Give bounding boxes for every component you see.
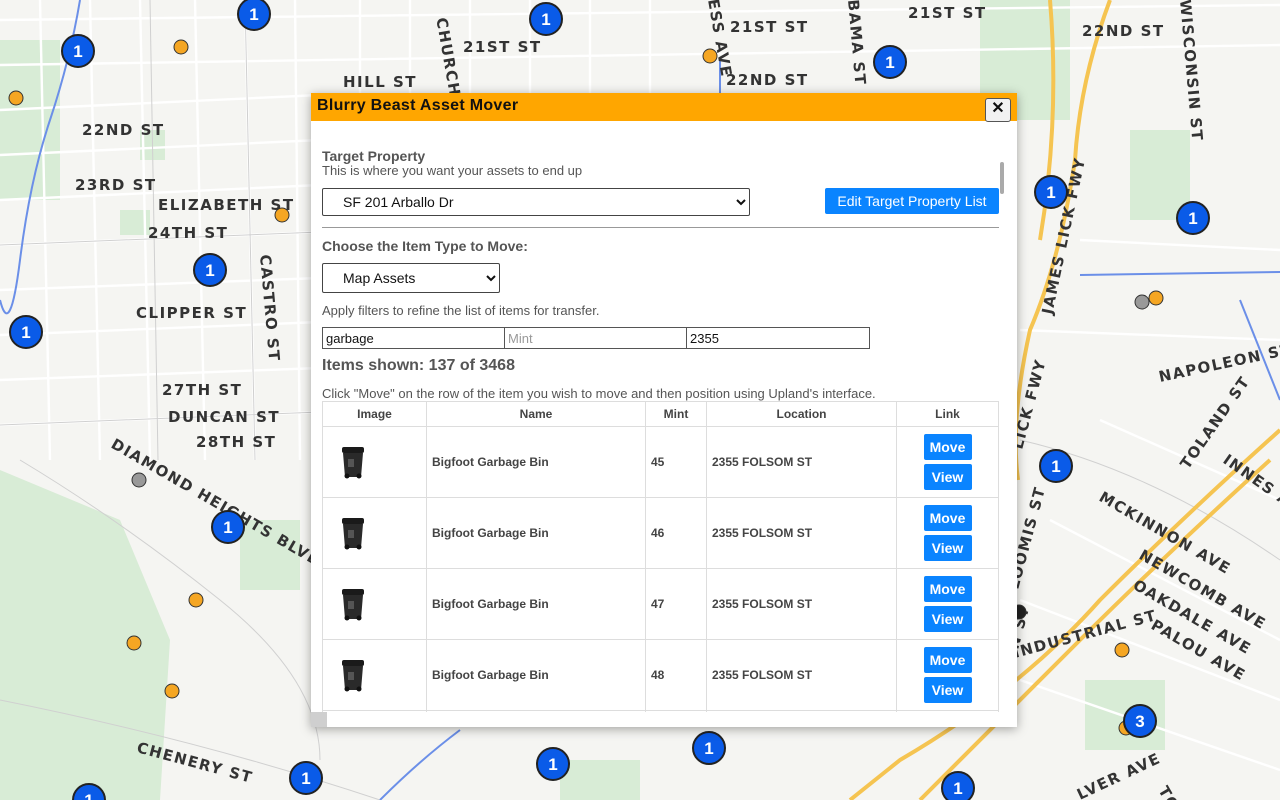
item-location: 2355 FOLSOM ST (706, 568, 897, 640)
move-button[interactable]: Move (923, 647, 972, 673)
cluster-marker[interactable]: 1 (704, 739, 713, 758)
cluster-marker[interactable]: 1 (223, 518, 232, 537)
map-label: 28TH ST (196, 433, 276, 451)
column-header-name: Name (426, 401, 646, 427)
item-location: 2355 FOLSOM ST (706, 639, 897, 711)
item-mint: 47 (645, 568, 707, 640)
view-button[interactable]: View (923, 535, 972, 561)
cluster-marker[interactable]: 1 (205, 261, 214, 280)
table-header-row: Image Name Mint Location Link (322, 401, 999, 427)
dialog-title: Blurry Beast Asset Mover (317, 97, 519, 114)
table-row: Bigfoot Garbage Bin 48 2355 FOLSOM ST Mo… (322, 639, 999, 711)
asset-mover-dialog: Blurry Beast Asset Mover ✕ Target Proper… (311, 93, 1017, 727)
target-property-heading: Target Property (322, 148, 426, 164)
map-label: DUNCAN ST (168, 408, 280, 426)
cluster-marker[interactable]: 1 (84, 791, 93, 800)
garbage-bin-icon (342, 589, 364, 621)
link-cell: Move View (896, 426, 999, 498)
move-button[interactable]: Move (923, 505, 972, 531)
item-mint: 45 (645, 426, 707, 498)
garbage-bin-icon (342, 660, 364, 692)
vertical-scrollbar[interactable] (1000, 162, 1004, 194)
map-label: 21ST ST (730, 18, 809, 36)
dialog-content[interactable]: Target Property This is where you want y… (311, 122, 1017, 715)
cluster-marker[interactable]: 3 (1135, 712, 1144, 731)
map-label: 22ND ST (726, 71, 809, 89)
item-type-select[interactable]: Map Assets (322, 263, 500, 293)
cluster-marker[interactable]: 1 (953, 779, 962, 798)
move-button[interactable]: Move (923, 434, 972, 460)
link-cell: Move View (896, 568, 999, 640)
table-row: Bigfoot Garbage Bin 46 2355 FOLSOM ST Mo… (322, 497, 999, 569)
table-row: Bigfoot Garbage Bin 45 2355 FOLSOM ST Mo… (322, 426, 999, 498)
name-filter-input[interactable] (322, 327, 506, 349)
location-filter-input[interactable] (686, 327, 870, 349)
item-mint: 46 (645, 497, 707, 569)
cluster-marker[interactable]: 1 (21, 323, 30, 342)
horizontal-scrollbar[interactable] (311, 712, 1017, 727)
target-property-subtitle: This is where you want your assets to en… (322, 163, 583, 178)
cluster-marker[interactable]: 1 (1046, 183, 1055, 202)
cluster-marker[interactable]: 1 (249, 5, 258, 24)
move-instructions: Click "Move" on the row of the item you … (322, 386, 876, 401)
image-cell (322, 568, 427, 640)
edit-target-property-list-button[interactable]: Edit Target Property List (825, 188, 999, 214)
dialog-titlebar[interactable]: Blurry Beast Asset Mover ✕ (311, 93, 1017, 122)
map-label: 22ND ST (1082, 22, 1165, 40)
map-label: 22ND ST (82, 121, 165, 139)
cluster-marker[interactable]: 1 (548, 755, 557, 774)
column-header-mint: Mint (645, 401, 707, 427)
map-label: ELIZABETH ST (158, 196, 295, 214)
link-cell: Move View (896, 497, 999, 569)
filter-hint: Apply filters to refine the list of item… (322, 303, 600, 318)
item-name: Bigfoot Garbage Bin (426, 639, 646, 711)
column-header-link: Link (896, 401, 999, 427)
garbage-bin-icon (342, 447, 364, 479)
close-button[interactable]: ✕ (985, 98, 1011, 122)
garbage-bin-icon (342, 518, 364, 550)
cluster-marker[interactable]: 1 (73, 42, 82, 61)
item-location: 2355 FOLSOM ST (706, 497, 897, 569)
item-mint: 48 (645, 639, 707, 711)
item-location: 2355 FOLSOM ST (706, 426, 897, 498)
move-button[interactable]: Move (923, 576, 972, 602)
mint-filter-input[interactable] (504, 327, 688, 349)
item-name: Bigfoot Garbage Bin (426, 568, 646, 640)
map-label: CLIPPER ST (136, 304, 247, 322)
item-type-label: Choose the Item Type to Move: (322, 238, 528, 254)
map-label: 27TH ST (162, 381, 242, 399)
cluster-marker[interactable]: 1 (885, 53, 894, 72)
cluster-marker[interactable]: 1 (1188, 209, 1197, 228)
cluster-marker[interactable]: 1 (1051, 457, 1060, 476)
column-header-image: Image (322, 401, 427, 427)
item-name: Bigfoot Garbage Bin (426, 426, 646, 498)
view-button[interactable]: View (923, 677, 972, 703)
column-header-location: Location (706, 401, 897, 427)
view-button[interactable]: View (923, 606, 972, 632)
map-label: HILL ST (343, 73, 417, 91)
items-table: Image Name Mint Location Link Bigfoot Ga… (322, 401, 999, 715)
items-shown-count: Items shown: 137 of 3468 (322, 357, 515, 374)
map-label: 21ST ST (463, 38, 542, 56)
divider (322, 227, 999, 228)
cluster-marker[interactable]: 1 (541, 10, 550, 29)
view-button[interactable]: View (923, 464, 972, 490)
table-row: Bigfoot Garbage Bin 47 2355 FOLSOM ST Mo… (322, 568, 999, 640)
link-cell: Move View (896, 639, 999, 711)
image-cell (322, 639, 427, 711)
image-cell (322, 497, 427, 569)
target-property-select[interactable]: SF 201 Arballo Dr (322, 188, 750, 216)
map-label: 21ST ST (908, 4, 987, 22)
item-name: Bigfoot Garbage Bin (426, 497, 646, 569)
cluster-marker[interactable]: 1 (301, 769, 310, 788)
image-cell (322, 426, 427, 498)
scrollbar-corner (311, 712, 327, 727)
map-label: 23RD ST (75, 176, 157, 194)
map-label: 24TH ST (148, 224, 228, 242)
